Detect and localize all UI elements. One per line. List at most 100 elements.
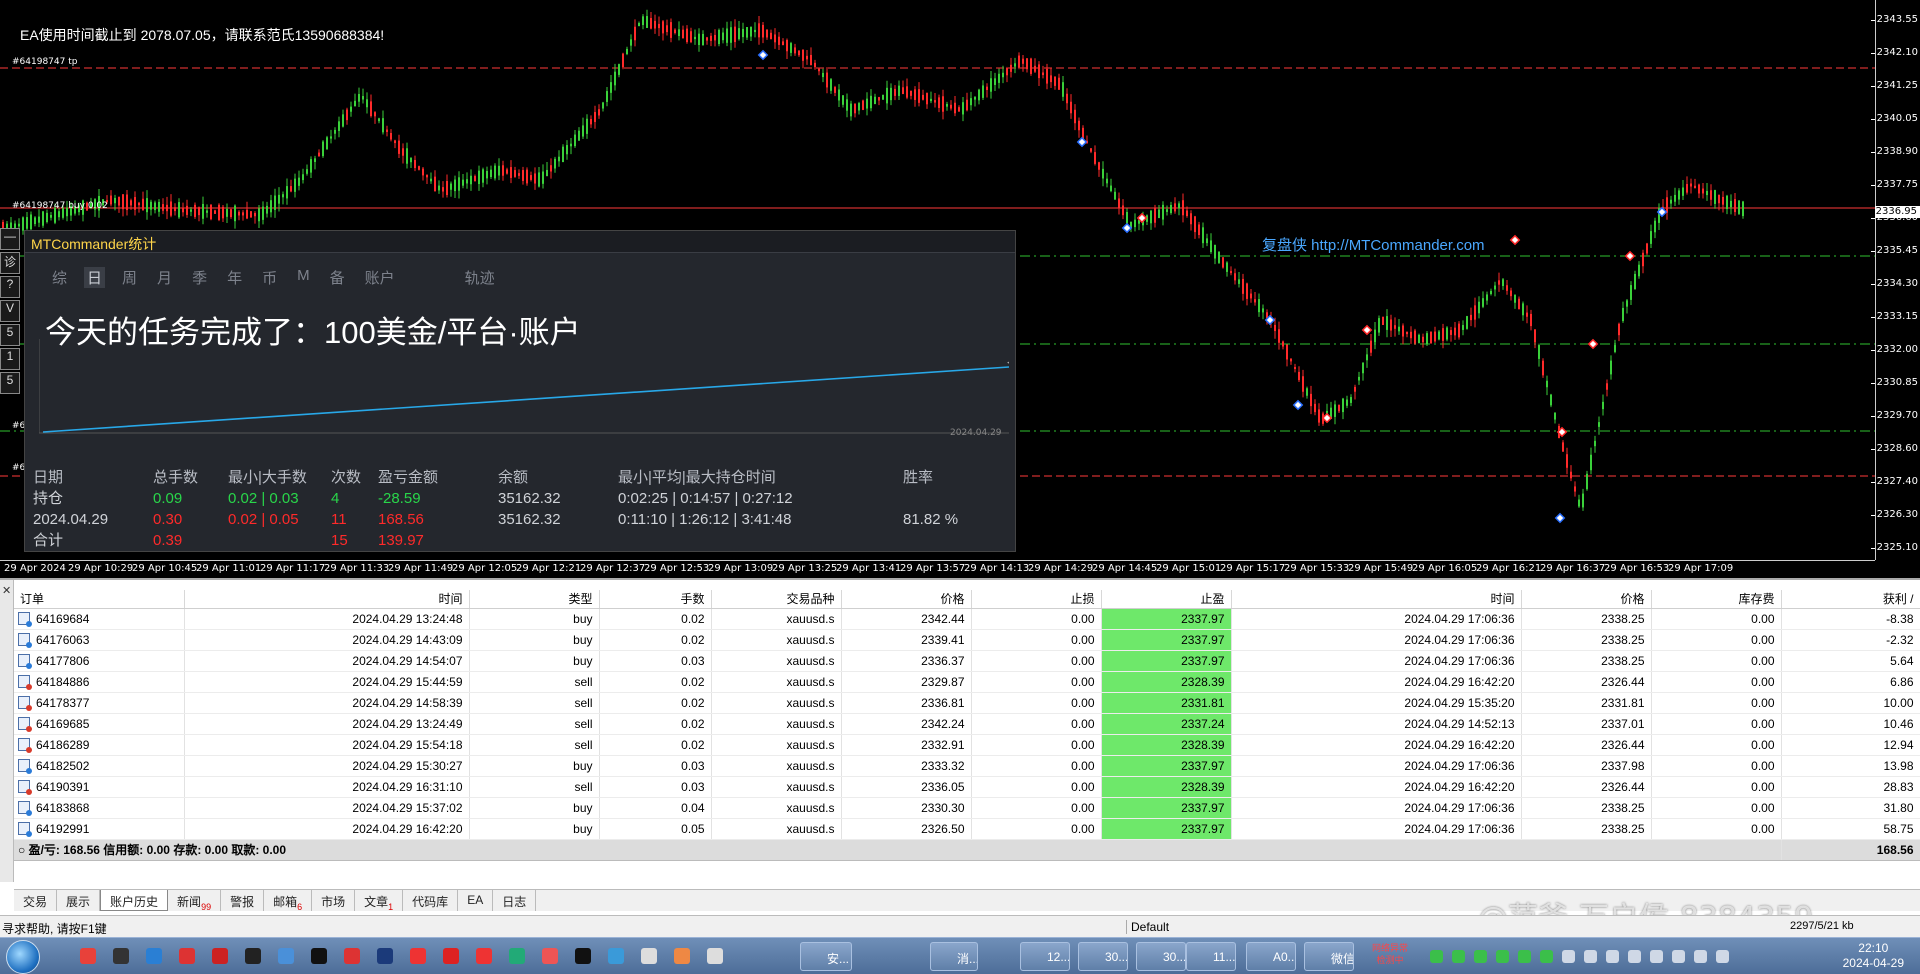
price-axis[interactable]: 2343.55 2342.10 2341.25 2340.05 2338.90 2337.… [1870,0,1920,560]
taskbar-window-button[interactable]: 微信 [1304,942,1354,971]
taskbar-app-icon[interactable] [641,948,657,964]
taskbar-app-icon[interactable] [608,948,624,964]
terminal-tab-10[interactable]: 日志 [493,890,537,911]
table-row[interactable]: 64169684 2024.04.29 13:24:48 buy 0.02 xauusd… [14,608,1920,630]
taskbar-app-icon[interactable] [245,948,261,964]
taskbar-app-icon[interactable] [278,948,294,964]
close-icon[interactable]: ✕ [2,584,11,597]
table-row[interactable]: 64182502 2024.04.29 15:30:27 buy 0.03 xauusd… [14,755,1920,777]
taskbar-app-icon[interactable] [311,948,327,964]
taskbar-window-button[interactable]: 30... [1136,942,1186,971]
mtc-tab-3[interactable]: 月 [154,267,175,288]
table-row[interactable]: 64186289 2024.04.29 15:54:18 sell 0.02 xauus… [14,734,1920,756]
sell-marker[interactable] [1361,324,1373,336]
column-header[interactable]: 获利 / [1781,590,1920,609]
column-header[interactable]: 价格 [1521,590,1652,609]
table-row[interactable]: 64169685 2024.04.29 13:24:49 sell 0.02 xauus… [14,713,1920,735]
taskbar-window-button[interactable]: 安... [800,942,852,971]
time-axis[interactable]: 29 Apr 2024 29 Apr 10:29 29 Apr 10:45 29 Ap… [0,560,1875,578]
tray-icon[interactable] [1694,950,1707,963]
taskbar-app-icon[interactable] [410,948,426,964]
terminal-tab-8[interactable]: 代码库 [403,890,459,911]
buy-marker[interactable] [1121,222,1133,234]
taskbar-window-button[interactable]: 11... [1186,942,1236,971]
table-row[interactable]: 64190391 2024.04.29 16:31:10 sell 0.03 xauus… [14,776,1920,798]
terminal-tab-1[interactable]: 展示 [57,890,101,911]
mtc-tab-8[interactable]: 备 [327,267,348,288]
tray-icon[interactable] [1584,950,1597,963]
taskbar-window-button[interactable]: 12... [1020,942,1070,971]
tray-icon[interactable] [1474,950,1487,963]
chart-tool-button[interactable]: 5 [0,324,20,346]
mtc-tab-5[interactable]: 年 [224,267,245,288]
table-row[interactable]: 64183868 2024.04.29 15:37:02 buy 0.04 xauusd… [14,797,1920,819]
chart-tool-button[interactable]: 5 [0,372,20,394]
taskbar-app-icon[interactable] [212,948,228,964]
table-row[interactable]: 64192991 2024.04.29 16:42:20 buy 0.05 xauusd… [14,818,1920,840]
column-header[interactable]: 时间 [184,590,470,609]
taskbar-window-button[interactable]: 消... [930,942,978,971]
column-header[interactable]: 库存费 [1651,590,1782,609]
taskbar-app-icon[interactable] [113,948,129,964]
terminal-tab-6[interactable]: 市场 [312,890,356,911]
terminal-tab-0[interactable]: 交易 [14,890,58,911]
terminal-tab-2[interactable]: 账户历史 [100,890,169,911]
sell-marker[interactable] [1321,412,1333,424]
terminal-tab-5[interactable]: 邮箱6 [264,890,313,912]
taskbar-app-icon[interactable] [377,948,393,964]
tray-icon[interactable] [1540,950,1553,963]
sell-marker[interactable] [1624,250,1636,262]
column-header[interactable]: 价格 [841,590,972,609]
tray-icon[interactable] [1606,950,1619,963]
price-chart[interactable]: EA使用时间截止到 2078.07.05，请联系范氏13590688384! #… [0,0,1920,578]
tray-icon[interactable] [1496,950,1509,963]
taskbar-app-icon[interactable] [179,948,195,964]
sell-marker[interactable] [1509,234,1521,246]
tray-icon[interactable] [1628,950,1641,963]
column-header[interactable]: 订单 [14,590,185,609]
mtc-tab-1[interactable]: 日 [84,267,106,288]
buy-marker[interactable] [1292,399,1304,411]
mtcommander-stats-panel[interactable]: MTCommander统计 综日周月季年币M备账户 轨迹 ◂ 今天的任务完成了：1… [24,230,1016,552]
system-clock[interactable]: 22:10 2024-04-29 [1843,941,1904,971]
taskbar-app-icon[interactable] [146,948,162,964]
chart-tool-button[interactable]: 1 [0,348,20,370]
mtc-tab-10[interactable]: 轨迹 [462,267,498,288]
tray-icon[interactable] [1518,950,1531,963]
column-header[interactable]: 止盈 [1101,590,1232,609]
chart-tool-button[interactable]: 诊 [0,252,20,274]
taskbar-app-icon[interactable] [707,948,723,964]
taskbar-app-icon[interactable] [80,948,96,964]
taskbar-app-icon[interactable] [443,948,459,964]
tray-icon[interactable] [1562,950,1575,963]
table-row[interactable]: 64177806 2024.04.29 14:54:07 buy 0.03 xauusd… [14,650,1920,672]
chart-tool-button[interactable]: ? [0,276,20,298]
mtc-tab-0[interactable]: 综 [49,267,70,288]
column-header[interactable]: 止损 [971,590,1102,609]
taskbar-app-icon[interactable] [344,948,360,964]
chart-tool-button[interactable]: V [0,300,20,322]
table-row[interactable]: 64176063 2024.04.29 14:43:09 buy 0.02 xauusd… [14,629,1920,651]
buy-marker[interactable] [757,49,769,61]
terminal-tab-9[interactable]: EA [458,890,494,911]
mtc-tab-7[interactable]: M [294,267,313,288]
tray-icon[interactable] [1430,950,1443,963]
mtc-tab-4[interactable]: 季 [189,267,210,288]
table-row[interactable]: 64178377 2024.04.29 14:58:39 sell 0.02 xauus… [14,692,1920,714]
taskbar-app-icon[interactable] [542,948,558,964]
chart-tool-button[interactable]: — [0,228,20,250]
column-header[interactable]: 类型 [469,590,600,609]
tray-icon[interactable] [1452,950,1465,963]
start-button[interactable] [6,940,40,974]
column-header[interactable]: 交易品种 [711,590,842,609]
terminal-panel[interactable]: ✕ 订单 时间 类型 手数 交易品种 价格 止损 止盈 时间 价格 库存费 获利 / 64169684… [0,578,1920,912]
tray-icon[interactable] [1672,950,1685,963]
buy-marker[interactable] [1076,136,1088,148]
taskbar-app-icon[interactable] [575,948,591,964]
mtc-tab-9[interactable]: 账户 [362,267,398,288]
account-history-table[interactable]: 订单 时间 类型 手数 交易品种 价格 止损 止盈 时间 价格 库存费 获利 / 64169684 20… [14,590,1920,861]
taskbar-app-icon[interactable] [674,948,690,964]
terminal-tab-4[interactable]: 警报 [221,890,265,911]
terminal-tab-7[interactable]: 文章1 [355,890,404,912]
taskbar-window-button[interactable]: 30... [1078,942,1128,971]
